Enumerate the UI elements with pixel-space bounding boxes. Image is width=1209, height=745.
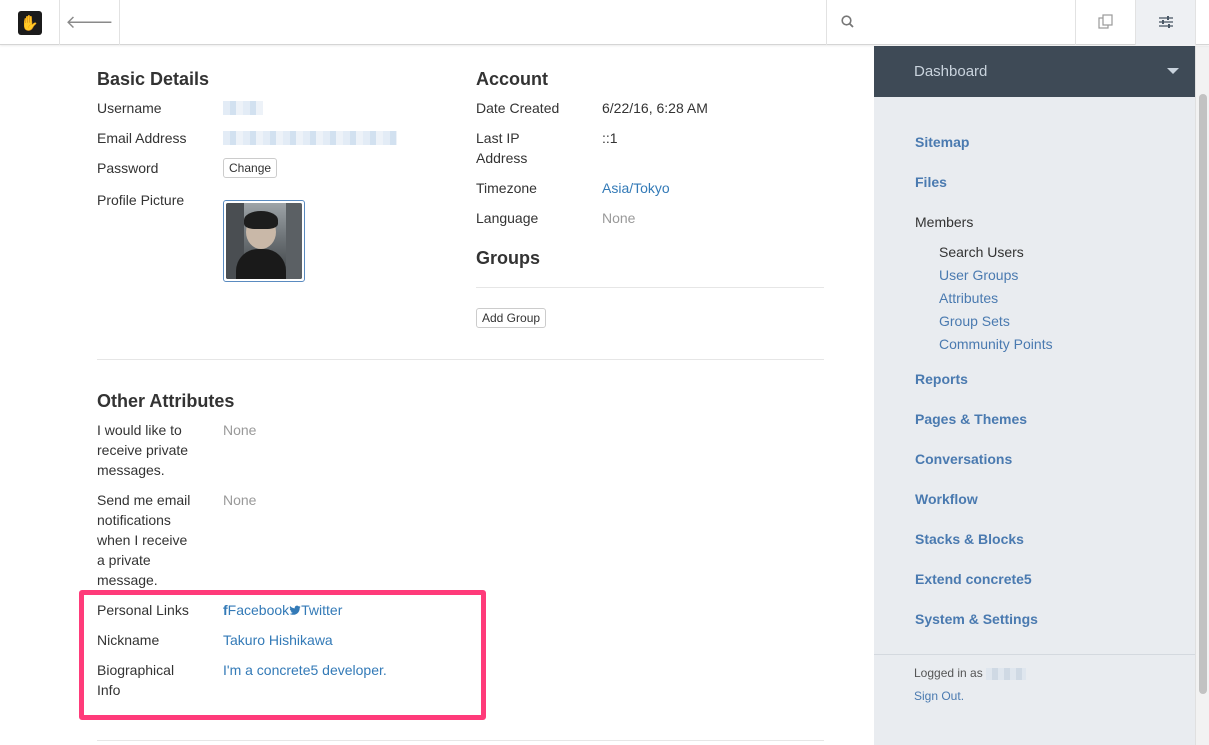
sign-out-link[interactable]: Sign Out.: [914, 689, 964, 703]
personal-links-label: Personal Links: [97, 602, 189, 618]
dashboard-settings-button[interactable]: [1135, 0, 1195, 45]
bio-value[interactable]: I'm a concrete5 developer.: [223, 660, 387, 680]
groups-divider: [476, 287, 824, 288]
nickname-value[interactable]: Takuro Hishikawa: [223, 630, 333, 650]
last-ip-value: ::1: [602, 130, 618, 146]
groups-heading: Groups: [476, 248, 541, 268]
bottom-divider: [97, 740, 824, 741]
private-messages-value: None: [223, 422, 257, 438]
search-box: [826, 0, 1075, 45]
email-label: Email Address: [97, 130, 187, 146]
bio-label-line2: Info: [97, 682, 121, 698]
date-created-label: Date Created: [476, 100, 560, 116]
nav-user-groups[interactable]: User Groups: [939, 267, 1018, 283]
dashboard-title: Dashboard: [914, 63, 988, 80]
nav-attributes[interactable]: Attributes: [939, 290, 998, 306]
email-notify-label-line3: when I receive: [97, 532, 188, 548]
email-value-redacted: [223, 131, 397, 145]
username-label: Username: [97, 100, 162, 116]
personal-links-value: fFacebook Twitter: [223, 600, 342, 620]
search-icon: [841, 14, 854, 31]
password-label: Password: [97, 160, 159, 176]
language-value: None: [602, 210, 636, 226]
timezone-label: Timezone: [476, 180, 537, 196]
logged-in-prefix: Logged in as: [914, 666, 983, 680]
facebook-link[interactable]: fFacebook: [223, 602, 289, 618]
logged-in-info: Logged in as: [914, 666, 1027, 680]
dashboard-panel: Dashboard Sitemap Files Members Search U…: [874, 46, 1195, 745]
language-label: Language: [476, 210, 539, 226]
arrow-left-icon: 🡐: [65, 12, 114, 32]
section-divider: [97, 359, 824, 360]
email-notify-label-line1: Send me email: [97, 492, 191, 508]
change-password-button[interactable]: Change: [223, 158, 278, 178]
copy-pages-icon: [1098, 13, 1113, 32]
private-messages-label-line3: messages.: [97, 462, 165, 478]
dashboard-header[interactable]: Dashboard: [874, 46, 1195, 97]
last-ip-label-line2: Address: [476, 150, 528, 166]
nav-conversations[interactable]: Conversations: [915, 451, 1012, 467]
twitter-icon: [289, 602, 301, 618]
nav-workflow[interactable]: Workflow: [915, 491, 978, 507]
profile-picture-label: Profile Picture: [97, 192, 185, 208]
nav-reports[interactable]: Reports: [915, 371, 968, 387]
nav-stacks-blocks[interactable]: Stacks & Blocks: [915, 531, 1024, 547]
email-notify-label-line2: notifications: [97, 512, 171, 528]
nav-search-users[interactable]: Search Users: [939, 244, 1024, 260]
top-toolbar: ✋ 🡐: [0, 0, 1209, 45]
email-notify-label-line4: a private: [97, 552, 151, 568]
nav-system-settings[interactable]: System & Settings: [915, 611, 1038, 627]
profile-picture[interactable]: [223, 200, 305, 282]
bio-label-line1: Biographical: [97, 662, 175, 678]
nickname-label: Nickname: [97, 632, 160, 648]
email-notify-value: None: [223, 492, 257, 508]
username-value-redacted: [223, 101, 263, 115]
user-detail-content: Basic Details Username Email Address Pas…: [0, 46, 874, 745]
nav-sitemap[interactable]: Sitemap: [915, 134, 969, 150]
facebook-link-label: Facebook: [227, 602, 290, 618]
avatar-photo: [226, 203, 302, 279]
nav-community-points[interactable]: Community Points: [939, 336, 1053, 352]
private-messages-label-line2: receive private: [97, 442, 189, 458]
basic-details-heading: Basic Details: [97, 69, 210, 89]
timezone-link[interactable]: Asia/Tokyo: [602, 178, 670, 198]
account-heading: Account: [476, 69, 548, 89]
logged-in-username-redacted: [986, 667, 1027, 680]
concrete5-logo-icon: ✋: [17, 10, 42, 35]
scrollbar-thumb[interactable]: [1199, 94, 1207, 694]
date-created-value: 6/22/16, 6:28 AM: [602, 100, 708, 116]
twitter-link-label: Twitter: [301, 602, 343, 618]
caret-down-icon: [1167, 68, 1179, 74]
nav-group-sets[interactable]: Group Sets: [939, 313, 1010, 329]
logo-button[interactable]: ✋: [0, 0, 60, 45]
email-notify-label-line5: message.: [97, 572, 158, 588]
nav-extend-concrete5[interactable]: Extend concrete5: [915, 571, 1032, 587]
other-attributes-heading: Other Attributes: [97, 391, 235, 411]
panel-divider: [874, 654, 1195, 655]
private-messages-label-line1: I would like to: [97, 422, 182, 438]
sliders-icon: [1158, 15, 1173, 31]
panel-scrollbar[interactable]: [1195, 46, 1209, 745]
nav-members[interactable]: Members: [915, 214, 973, 230]
nav-files[interactable]: Files: [915, 174, 947, 190]
nav-pages-themes[interactable]: Pages & Themes: [915, 411, 1027, 427]
add-group-button[interactable]: Add Group: [476, 308, 547, 328]
toolbar-edge: [1195, 0, 1209, 45]
twitter-link[interactable]: Twitter: [289, 602, 342, 618]
pages-button[interactable]: [1075, 0, 1135, 45]
search-input[interactable]: [862, 7, 1062, 38]
back-button[interactable]: 🡐: [60, 0, 120, 45]
last-ip-label-line1: Last IP: [476, 130, 520, 146]
